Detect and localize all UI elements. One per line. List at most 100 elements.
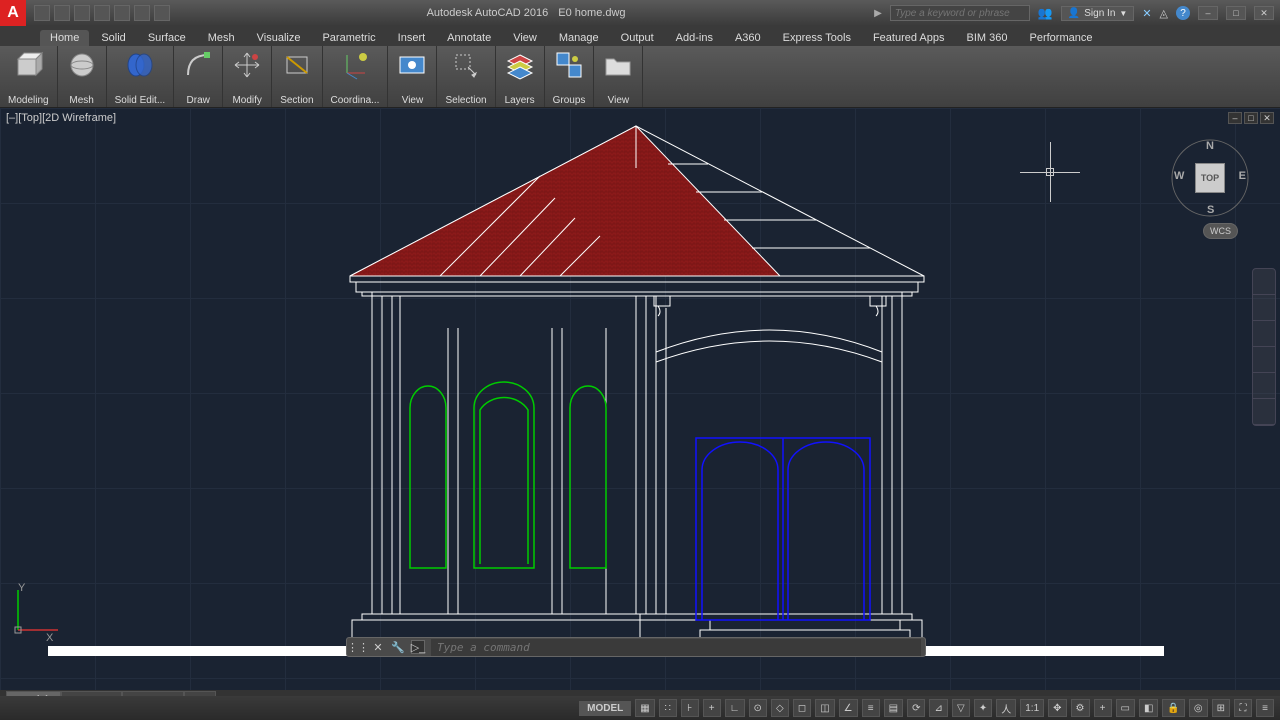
minimize-button[interactable]: – [1198,6,1218,20]
nav-orbit-icon[interactable] [1253,347,1275,373]
sb-annovis-icon[interactable]: ✥ [1048,699,1066,717]
sb-scale-button[interactable]: 1:1 [1020,699,1044,717]
sb-grid-icon[interactable]: ▦ [635,699,654,717]
sb-otrack-icon[interactable]: ∠ [839,699,858,717]
tab-express-tools[interactable]: Express Tools [773,30,861,46]
tab-featured-apps[interactable]: Featured Apps [863,30,955,46]
sb-cleanscreen-icon[interactable]: ⛶ [1234,699,1252,717]
ribbon-section[interactable]: Section [272,46,322,107]
tab-annotate[interactable]: Annotate [437,30,501,46]
sb-annomonitor-icon[interactable]: + [1094,699,1112,717]
sb-infer-icon[interactable]: ⊦ [681,699,699,717]
tab-surface[interactable]: Surface [138,30,196,46]
sb-workspace-icon[interactable]: ⚙ [1071,699,1090,717]
tab-performance[interactable]: Performance [1019,30,1102,46]
save-icon[interactable] [74,5,90,21]
search-input[interactable] [890,5,1030,21]
sb-ortho-icon[interactable]: ∟ [725,699,745,717]
cmd-customize-icon[interactable]: 🔧 [391,640,405,654]
a360-icon[interactable]: ◬ [1160,7,1168,20]
undo-icon[interactable] [134,5,150,21]
sb-customize-icon[interactable]: ≡ [1256,699,1274,717]
exchange-icon[interactable]: ✕ [1142,7,1151,20]
sb-osnap-icon[interactable]: ◻ [793,699,811,717]
nav-showmotion-icon[interactable] [1253,373,1275,399]
ribbon-label: Mesh [69,95,93,106]
nav-more-icon[interactable] [1253,399,1275,425]
sb-iso-icon[interactable]: ◇ [771,699,789,717]
tab-output[interactable]: Output [611,30,664,46]
tab-add-ins[interactable]: Add-ins [666,30,723,46]
ribbon-view[interactable]: View [388,46,437,107]
saveas-icon[interactable] [94,5,110,21]
app-logo[interactable]: A [0,0,26,26]
infocenter-icon[interactable]: 👥 [1038,6,1053,20]
sb-dyn-icon[interactable]: + [703,699,721,717]
nav-wheel-icon[interactable] [1253,269,1275,295]
sb-snap-icon[interactable]: ∷ [659,699,677,717]
vp-minimize-button[interactable]: – [1228,112,1242,124]
tab-solid[interactable]: Solid [91,30,135,46]
tab-visualize[interactable]: Visualize [247,30,311,46]
sb-polar-icon[interactable]: ⊙ [749,699,767,717]
viewcube-face[interactable]: TOP [1195,163,1225,193]
view-cube[interactable]: TOP N S E W [1170,138,1250,218]
ribbon-view[interactable]: View [594,46,643,107]
new-icon[interactable] [34,5,50,21]
sb-cycling-icon[interactable]: ⟳ [907,699,925,717]
print-icon[interactable] [114,5,130,21]
cmd-close-icon[interactable]: ✕ [371,640,385,654]
tab-insert[interactable]: Insert [388,30,436,46]
ribbon-modeling[interactable]: Modeling [0,46,58,107]
tab-home[interactable]: Home [40,30,89,46]
ribbon-mesh[interactable]: Mesh [58,46,107,107]
sb-lockui-icon[interactable]: 🔒 [1162,699,1184,717]
viewcube-north[interactable]: N [1206,140,1214,152]
viewcube-south[interactable]: S [1207,204,1214,216]
command-input[interactable] [431,639,921,656]
sb-3dosnap-icon[interactable]: ◫ [815,699,834,717]
ribbon-modify[interactable]: Modify [223,46,272,107]
ribbon-selection[interactable]: Selection [437,46,495,107]
user-icon: 👤 [1068,8,1080,19]
viewcube-east[interactable]: E [1239,170,1246,182]
sb-lweight-icon[interactable]: ≡ [862,699,880,717]
drawing-canvas[interactable]: [–][Top][2D Wireframe] – □ ✕ TOP N S E W… [0,108,1280,690]
ribbon-draw[interactable]: Draw [174,46,223,107]
sb-ucs3d-icon[interactable]: ⊿ [929,699,947,717]
sb-qprops-icon[interactable]: ◧ [1139,699,1158,717]
tab-manage[interactable]: Manage [549,30,609,46]
ribbon-groups[interactable]: Groups [545,46,595,107]
nav-zoom-icon[interactable] [1253,321,1275,347]
viewcube-west[interactable]: W [1174,170,1184,182]
help-icon[interactable]: ? [1176,6,1190,20]
nav-pan-icon[interactable] [1253,295,1275,321]
signin-button[interactable]: 👤 Sign In ▼ [1061,6,1135,21]
vp-maximize-button[interactable]: □ [1244,112,1258,124]
tab-view[interactable]: View [503,30,547,46]
redo-icon[interactable] [154,5,170,21]
sb-hardware-icon[interactable]: ⊞ [1212,699,1230,717]
vp-close-button[interactable]: ✕ [1260,112,1274,124]
ribbon-layers[interactable]: Layers [496,46,545,107]
maximize-button[interactable]: □ [1226,6,1246,20]
tab-a360[interactable]: A360 [725,30,771,46]
tab-mesh[interactable]: Mesh [198,30,245,46]
sb-filter-icon[interactable]: ▽ [952,699,970,717]
status-bar: MODEL ▦ ∷ ⊦ + ∟ ⊙ ◇ ◻ ◫ ∠ ≡ ▤ ⟳ ⊿ ▽ ✦ 人 … [0,696,1280,720]
cmd-handle-icon[interactable]: ⋮⋮ [351,640,365,654]
close-button[interactable]: ✕ [1254,6,1274,20]
viewport-label[interactable]: [–][Top][2D Wireframe] [6,112,116,124]
ribbon-coordina-[interactable]: Coordina... [323,46,389,107]
model-space-button[interactable]: MODEL [579,701,631,716]
sb-gizmo-icon[interactable]: ✦ [974,699,992,717]
sb-units-icon[interactable]: ▭ [1116,699,1135,717]
tab-bim-360[interactable]: BIM 360 [957,30,1018,46]
sb-annoscale-icon[interactable]: 人 [996,699,1016,717]
open-icon[interactable] [54,5,70,21]
sb-isolate-icon[interactable]: ◎ [1189,699,1208,717]
ribbon-solid-edit-[interactable]: Solid Edit... [107,46,175,107]
sb-transparency-icon[interactable]: ▤ [884,699,903,717]
wcs-button[interactable]: WCS [1203,223,1238,239]
tab-parametric[interactable]: Parametric [312,30,385,46]
